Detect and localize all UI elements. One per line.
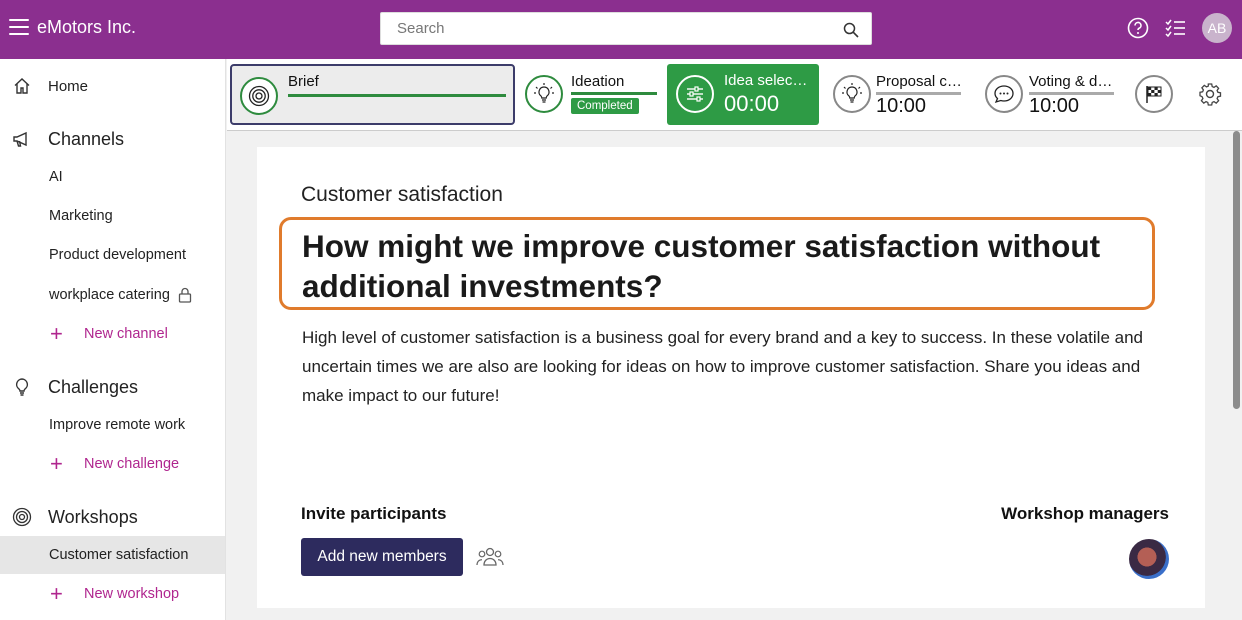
sidebar-item-customer-satisfaction[interactable]: Customer satisfaction [0,536,225,574]
sidebar-section-challenges[interactable]: Challenges [0,375,225,399]
brief-card: Customer satisfaction How might we impro… [257,147,1205,608]
workshop-managers-heading: Workshop managers [1001,504,1169,523]
add-new-members-button[interactable]: Add new members [301,538,463,576]
status-badge: Completed [571,98,639,114]
plus-icon: + [50,321,63,346]
lightbulb-icon [525,75,563,113]
target-icon [12,507,32,527]
workshop-stage-bar: Brief Ideation Completed Idea selec… 00:… [227,59,1242,131]
stage-idea-selection[interactable]: Idea selec… 00:00 [667,64,819,125]
home-icon [14,78,30,94]
search-icon[interactable] [843,22,859,38]
sidebar-section-label: Workshops [48,506,138,527]
sidebar-section-workshops[interactable]: Workshops [0,505,225,529]
gear-icon[interactable] [1198,82,1222,106]
sidebar-item-product-development[interactable]: Product development [0,244,225,266]
app-title[interactable]: eMotors Inc. [37,17,136,38]
sidebar-item-label: Improve remote work [49,417,186,433]
search-box[interactable] [380,12,872,45]
manager-avatar[interactable] [1129,539,1169,579]
new-channel-button[interactable]: + New channel [0,323,225,345]
stage-voting[interactable]: Voting & d… 10:00 [977,64,1117,125]
sidebar-section-channels[interactable]: Channels [0,127,225,151]
brief-question: How might we improve customer satisfacti… [279,217,1155,310]
stage-name: Proposal c… [876,73,962,90]
help-icon[interactable] [1127,17,1149,39]
scrollbar-thumb[interactable] [1233,131,1240,409]
invite-participants-heading: Invite participants [301,504,447,523]
megaphone-icon [13,131,27,147]
sidebar: Home Channels AI Marketing Product devel… [0,59,226,620]
sidebar-item-workplace-catering[interactable]: workplace catering [0,284,225,306]
lightbulb-icon [15,378,29,396]
stage-ideation[interactable]: Ideation Completed [519,64,659,125]
sidebar-item-label: workplace catering [49,287,170,303]
sidebar-item-label: Product development [49,247,187,263]
plus-icon: + [50,581,63,606]
sidebar-item-improve-remote-work[interactable]: Improve remote work [0,414,225,436]
tasks-icon[interactable] [1164,17,1186,39]
stage-progress [571,92,657,95]
stage-name: Ideation [571,73,625,90]
stage-finish[interactable] [1127,64,1177,125]
sliders-icon [676,75,714,113]
sidebar-item-label: Marketing [49,208,113,224]
new-channel-label: New channel [84,326,168,342]
sidebar-section-label: Challenges [48,376,139,397]
checkered-flag-icon [1135,75,1173,113]
new-workshop-button[interactable]: + New workshop [0,583,225,605]
search-input[interactable] [381,13,821,44]
stage-timer: 10:00 [876,95,927,117]
stage-timer: 10:00 [1029,95,1080,117]
stage-progress [288,94,506,97]
sidebar-item-home[interactable]: Home [0,75,225,97]
scrollbar[interactable] [1231,131,1242,620]
stage-name: Idea selec… [724,72,808,89]
new-challenge-button[interactable]: + New challenge [0,453,225,475]
stage-name: Brief [288,73,319,90]
stage-timer: 00:00 [724,91,780,116]
target-icon [240,77,278,115]
new-workshop-label: New workshop [84,586,180,602]
stage-name: Voting & d… [1029,73,1113,90]
user-avatar[interactable]: AB [1202,13,1232,43]
lock-icon [178,287,192,303]
workshop-subtitle: Customer satisfaction [301,183,503,206]
sidebar-section-label: Channels [48,128,125,149]
chat-bubble-icon [985,75,1023,113]
stage-brief[interactable]: Brief [230,64,515,125]
sidebar-item-label: AI [49,169,63,185]
brief-description: High level of customer satisfaction is a… [302,328,1144,405]
people-icon[interactable] [475,545,505,569]
menu-icon[interactable] [9,19,29,37]
plus-icon: + [50,451,63,476]
stage-proposal[interactable]: Proposal c… 10:00 [825,64,965,125]
sidebar-item-label: Customer satisfaction [49,547,189,563]
lightbulb-icon [833,75,871,113]
sidebar-item-ai[interactable]: AI [0,166,225,188]
sidebar-item-marketing[interactable]: Marketing [0,205,225,227]
top-bar: eMotors Inc. AB [0,0,1242,59]
sidebar-item-label: Home [48,77,89,95]
new-challenge-label: New challenge [84,456,180,472]
